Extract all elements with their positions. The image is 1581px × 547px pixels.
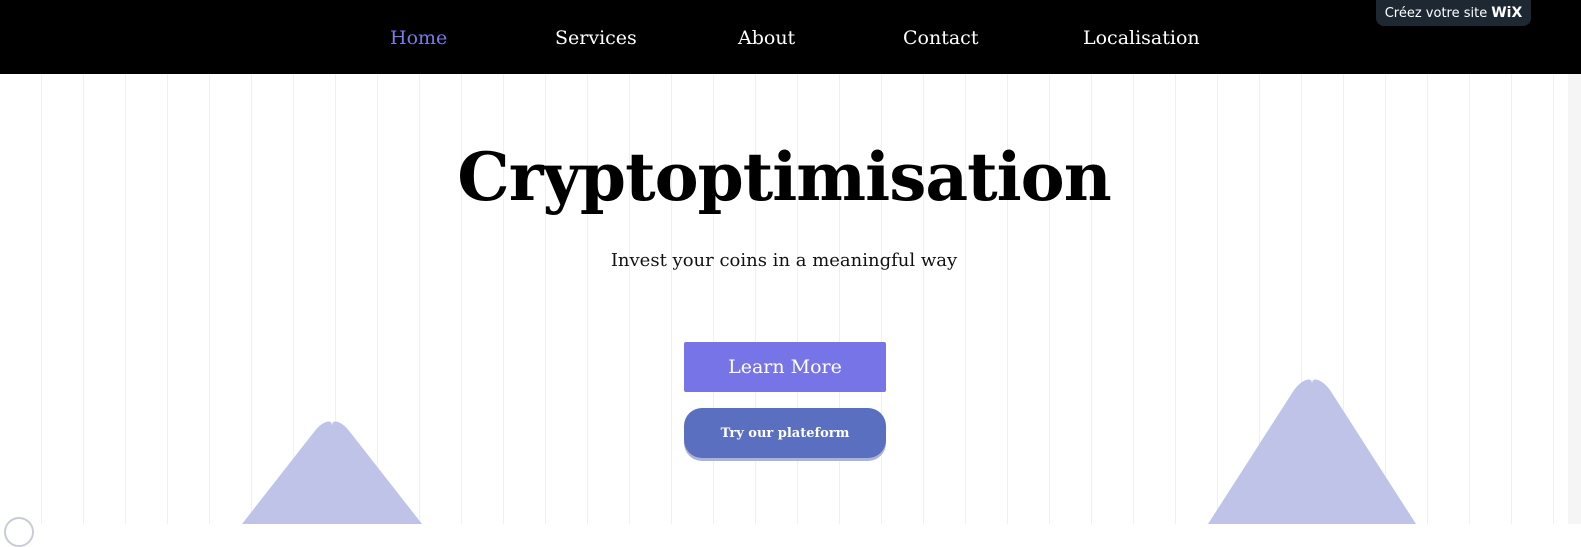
wix-badge-text: Créez votre site [1384, 6, 1488, 21]
decor-triangle-right [1208, 379, 1416, 524]
nav-item-localisation[interactable]: Localisation [1083, 27, 1200, 49]
try-platform-button[interactable]: Try our plateform [684, 408, 886, 458]
chat-widget-icon[interactable] [4, 517, 34, 547]
hero-title: Cryptoptimisation [457, 138, 1111, 216]
wix-logo: WiX [1491, 5, 1523, 21]
nav-item-about[interactable]: About [738, 27, 795, 49]
top-navigation-bar: Home Services About Contact Localisation [0, 0, 1581, 74]
hero-subtitle: Invest your coins in a meaningful way [610, 250, 958, 271]
nav-item-contact[interactable]: Contact [903, 27, 978, 49]
learn-more-button[interactable]: Learn More [684, 342, 886, 392]
wix-create-site-badge[interactable]: Créez votre site WiX [1376, 0, 1531, 26]
nav-item-services[interactable]: Services [555, 27, 637, 49]
decor-triangle-left [242, 421, 422, 524]
nav-item-home[interactable]: Home [390, 27, 447, 49]
scrollbar[interactable] [1568, 74, 1581, 524]
